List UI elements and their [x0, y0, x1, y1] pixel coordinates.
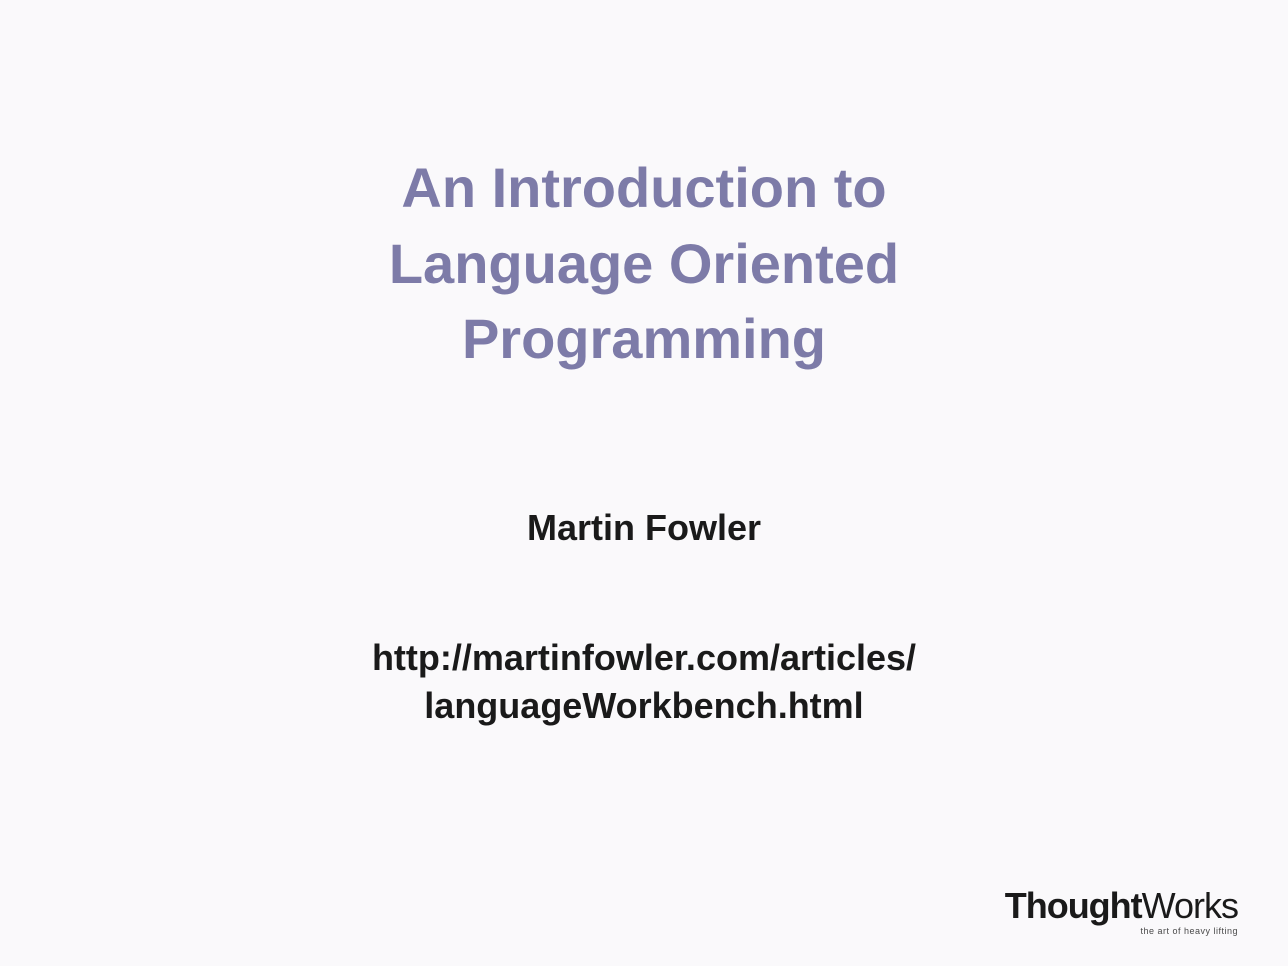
logo-text: ThoughtWorks	[1005, 888, 1238, 924]
reference-url: http://martinfowler.com/articles/ langua…	[372, 634, 916, 731]
company-logo: ThoughtWorks the art of heavy lifting	[1005, 888, 1238, 936]
logo-tagline: the art of heavy lifting	[1140, 926, 1238, 936]
title-line-3: Programming	[462, 307, 826, 370]
author-name: Martin Fowler	[527, 507, 761, 549]
logo-brand-bold: Thought	[1005, 885, 1142, 926]
presentation-slide: An Introduction to Language Oriented Pro…	[0, 0, 1288, 966]
title-line-1: An Introduction to	[401, 156, 886, 219]
slide-title: An Introduction to Language Oriented Pro…	[389, 150, 899, 377]
url-line-2: languageWorkbench.html	[424, 685, 863, 726]
logo-brand-light: Works	[1142, 885, 1238, 926]
title-line-2: Language Oriented	[389, 232, 899, 295]
url-line-1: http://martinfowler.com/articles/	[372, 637, 916, 678]
